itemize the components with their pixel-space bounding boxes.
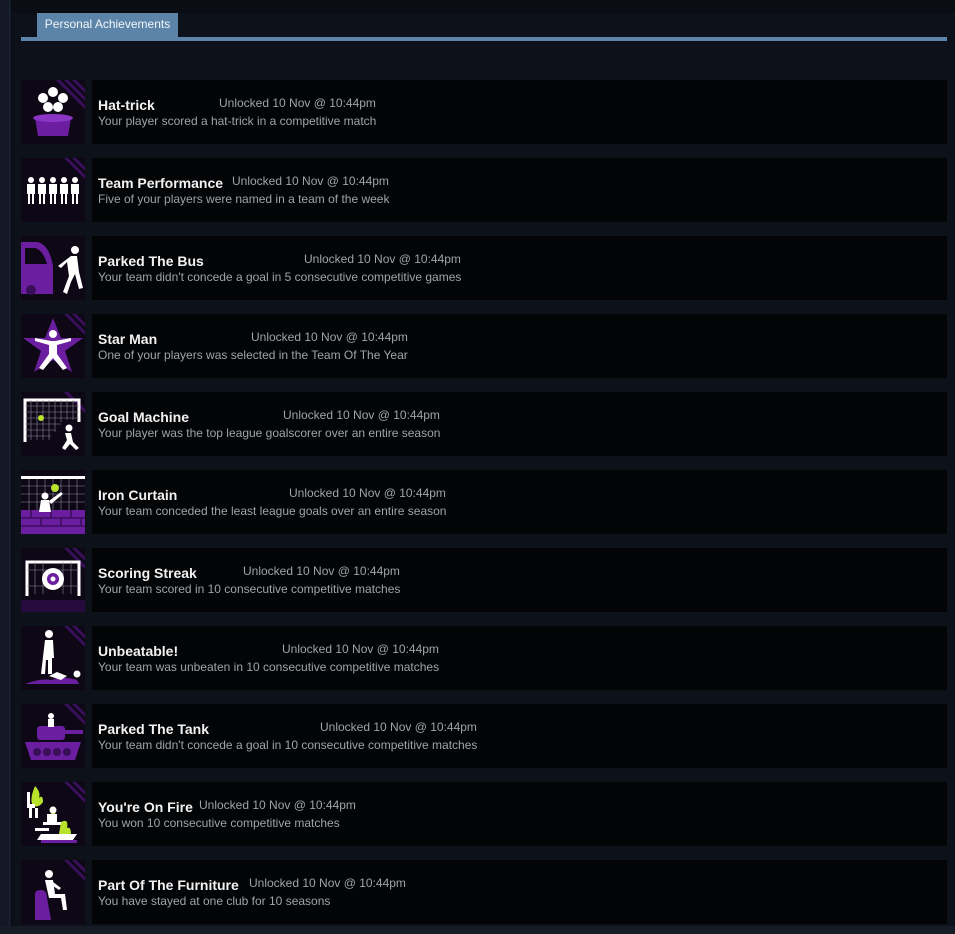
achievement-name: You're On Fire (98, 799, 193, 815)
achievement-description: Your player scored a hat-trick in a comp… (98, 114, 377, 128)
achievement-description: You won 10 consecutive competitive match… (98, 816, 340, 830)
achievement-name: Part Of The Furniture (98, 877, 239, 893)
bus-icon (21, 236, 85, 300)
left-rail-divider (9, 0, 10, 934)
achievement-row: Parked The Tank Unlocked 10 Nov @ 10:44p… (21, 704, 947, 769)
achievement-name: Goal Machine (98, 409, 190, 425)
tab-personal-achievements[interactable]: Personal Achievements (37, 13, 178, 37)
achievement-unlock-time: Unlocked 10 Nov @ 10:44pm (249, 876, 406, 890)
achievement-details: Parked The Bus Unlocked 10 Nov @ 10:44pm… (92, 236, 947, 300)
achievement-details: Iron Curtain Unlocked 10 Nov @ 10:44pm Y… (92, 470, 947, 534)
achievement-row: Part Of The Furniture Unlocked 10 Nov @ … (21, 860, 947, 925)
seated-player-icon (21, 860, 85, 924)
achievement-description: Your team didn't concede a goal in 5 con… (98, 270, 462, 284)
achievement-unlock-time: Unlocked 10 Nov @ 10:44pm (251, 330, 408, 344)
achievement-description: Your player was the top league goalscore… (98, 426, 441, 440)
achievement-name: Iron Curtain (98, 487, 178, 503)
achievement-name: Unbeatable! (98, 643, 179, 659)
achievement-details: Parked The Tank Unlocked 10 Nov @ 10:44p… (92, 704, 947, 768)
five-players-icon (21, 158, 85, 222)
achievement-row: Parked The Bus Unlocked 10 Nov @ 10:44pm… (21, 236, 947, 301)
achievement-description: One of your players was selected in the … (98, 348, 408, 362)
star-man-icon (21, 314, 85, 378)
goalkeeper-wall-icon (21, 470, 85, 534)
achievement-unlock-time: Unlocked 10 Nov @ 10:44pm (243, 564, 400, 578)
achievement-description: Your team conceded the least league goal… (98, 504, 447, 518)
standing-over-player-icon (21, 626, 85, 690)
achievement-unlock-time: Unlocked 10 Nov @ 10:44pm (232, 174, 389, 188)
achievement-name: Scoring Streak (98, 565, 197, 581)
achievement-name: Parked The Bus (98, 253, 204, 269)
achievement-details: Goal Machine Unlocked 10 Nov @ 10:44pm Y… (92, 392, 947, 456)
achievement-row: Scoring Streak Unlocked 10 Nov @ 10:44pm… (21, 548, 947, 613)
achievement-row: Team Performance Unlocked 10 Nov @ 10:44… (21, 158, 947, 223)
achievement-details: Star Man Unlocked 10 Nov @ 10:44pm One o… (92, 314, 947, 378)
achievement-name: Parked The Tank (98, 721, 210, 737)
achievement-description: Five of your players were named in a tea… (98, 192, 390, 206)
achievement-description: Your team was unbeaten in 10 consecutive… (98, 660, 440, 674)
tank-icon (21, 704, 85, 768)
achievement-unlock-time: Unlocked 10 Nov @ 10:44pm (304, 252, 461, 266)
achievement-unlock-time: Unlocked 10 Nov @ 10:44pm (320, 720, 477, 734)
tab-underline (21, 37, 947, 41)
bottom-bar (0, 926, 955, 934)
achievement-row: Goal Machine Unlocked 10 Nov @ 10:44pm Y… (21, 392, 947, 457)
goal-target-icon (21, 548, 85, 612)
achievement-row: You're On Fire Unlocked 10 Nov @ 10:44pm… (21, 782, 947, 847)
fire-icon (21, 782, 85, 846)
achievement-details: Hat-trick Unlocked 10 Nov @ 10:44pm Your… (92, 80, 947, 144)
achievement-row: Hat-trick Unlocked 10 Nov @ 10:44pm Your… (21, 80, 947, 145)
achievement-name: Hat-trick (98, 97, 155, 113)
achievement-details: You're On Fire Unlocked 10 Nov @ 10:44pm… (92, 782, 947, 846)
achievement-details: Scoring Streak Unlocked 10 Nov @ 10:44pm… (92, 548, 947, 612)
achievement-unlock-time: Unlocked 10 Nov @ 10:44pm (282, 642, 439, 656)
achievement-unlock-time: Unlocked 10 Nov @ 10:44pm (283, 408, 440, 422)
achievement-unlock-time: Unlocked 10 Nov @ 10:44pm (199, 798, 356, 812)
achievement-row: Unbeatable! Unlocked 10 Nov @ 10:44pm Yo… (21, 626, 947, 691)
achievement-description: Your team didn't concede a goal in 10 co… (98, 738, 478, 752)
achievement-description: Your team scored in 10 consecutive compe… (98, 582, 401, 596)
achievement-description: You have stayed at one club for 10 seaso… (98, 894, 331, 908)
achievement-details: Part Of The Furniture Unlocked 10 Nov @ … (92, 860, 947, 924)
top-hat-icon (21, 80, 85, 144)
achievement-unlock-time: Unlocked 10 Nov @ 10:44pm (219, 96, 376, 110)
achievement-row: Star Man Unlocked 10 Nov @ 10:44pm One o… (21, 314, 947, 379)
achievement-details: Team Performance Unlocked 10 Nov @ 10:44… (92, 158, 947, 222)
achievement-details: Unbeatable! Unlocked 10 Nov @ 10:44pm Yo… (92, 626, 947, 690)
goal-kick-icon (21, 392, 85, 456)
top-bar (0, 0, 955, 13)
achievement-unlock-time: Unlocked 10 Nov @ 10:44pm (289, 486, 446, 500)
achievement-name: Team Performance (98, 175, 224, 191)
achievement-name: Star Man (98, 331, 158, 347)
achievement-row: Iron Curtain Unlocked 10 Nov @ 10:44pm Y… (21, 470, 947, 535)
